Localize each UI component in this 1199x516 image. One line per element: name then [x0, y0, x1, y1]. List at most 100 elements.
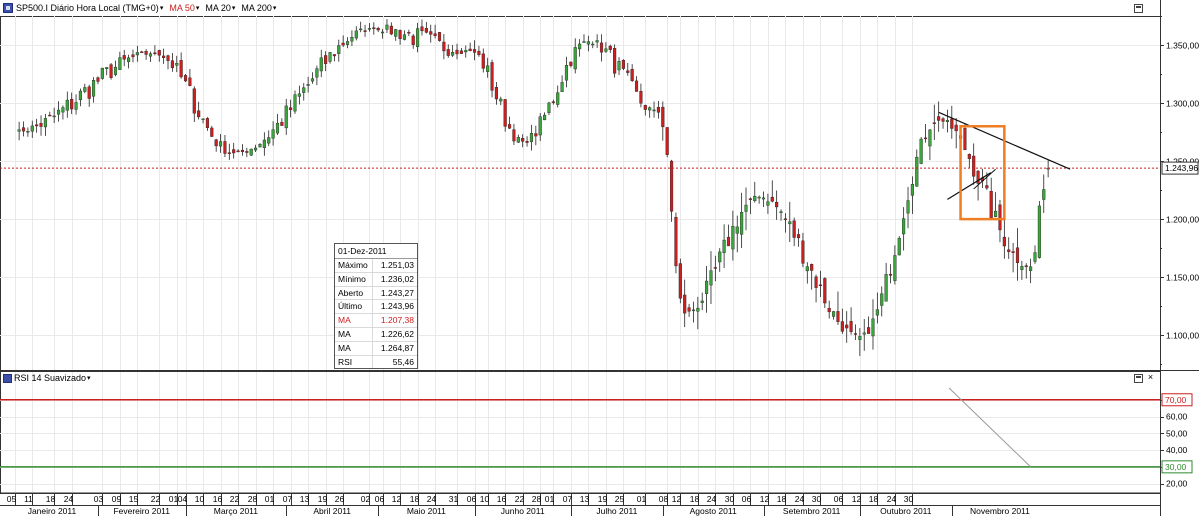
- info-key: Mínimo: [338, 273, 366, 284]
- x-tick-label: 24: [427, 494, 437, 504]
- candle-down: [446, 49, 450, 56]
- x-tick-label: 13: [300, 494, 310, 504]
- candle-up: [319, 57, 323, 72]
- chevron-down-icon: ▾: [272, 5, 277, 12]
- indicator-selector[interactable]: RSI 14 Suavizado ▾: [14, 373, 91, 383]
- y-tick-label: 70,00: [1165, 395, 1187, 405]
- candle-down: [923, 137, 928, 140]
- info-value: 1.236,02: [372, 272, 417, 286]
- x-tick-label: 12: [760, 494, 770, 504]
- candle-up: [1042, 189, 1046, 200]
- x-tick-label: 24: [64, 494, 74, 504]
- x-tick-label: 24: [707, 494, 717, 504]
- candle-up: [306, 84, 310, 86]
- info-value: 1.264,87: [372, 341, 417, 355]
- ma50-selector[interactable]: MA 50 ▾: [169, 3, 199, 13]
- candle-up: [652, 109, 656, 112]
- candle-up: [722, 239, 726, 253]
- candle-down: [227, 152, 231, 154]
- candle-down: [122, 55, 126, 60]
- candle-down: [613, 48, 617, 74]
- candle-up: [367, 28, 371, 30]
- candle-down: [407, 32, 411, 34]
- month-label: Fevereiro 2011: [113, 506, 170, 516]
- candle-up: [648, 107, 652, 111]
- last-price-label: 1.243,96: [1165, 163, 1198, 173]
- x-tick-label: 12: [392, 494, 402, 504]
- candle-down: [512, 129, 516, 142]
- candle-down: [748, 198, 752, 200]
- candle-up: [700, 300, 704, 303]
- indicator-close-button[interactable]: ×: [1146, 373, 1155, 383]
- candle-up: [78, 90, 82, 101]
- y-tick-label: 50,00: [1166, 428, 1188, 438]
- candle-up: [862, 332, 866, 335]
- info-key: Máximo: [338, 260, 368, 270]
- x-tick-label: 15: [129, 494, 139, 504]
- x-tick-label: 07: [283, 494, 293, 504]
- candle-down: [818, 284, 822, 287]
- candle-down: [332, 54, 336, 57]
- candle-up: [100, 67, 104, 79]
- info-key: Último: [338, 301, 363, 312]
- x-tick-label: 12: [852, 494, 862, 504]
- candle-up: [858, 336, 862, 340]
- candle-down: [954, 124, 958, 132]
- candle-up: [74, 102, 78, 110]
- y-tick-label: 1.100,00: [1166, 331, 1199, 341]
- candle-down: [823, 278, 827, 304]
- candle-up: [906, 200, 910, 214]
- candle-down: [888, 273, 893, 276]
- candle-down: [521, 138, 525, 142]
- candle-down: [569, 61, 573, 66]
- candle-up: [52, 115, 56, 118]
- candle-down: [232, 149, 236, 154]
- info-row: MA 1.264,87: [335, 341, 417, 356]
- month-label: Outubro 2011: [880, 506, 932, 516]
- candle-down: [608, 45, 612, 50]
- candle-up: [696, 307, 700, 312]
- candle-down: [131, 54, 135, 58]
- candle-up: [486, 65, 490, 72]
- candle-up: [284, 105, 288, 129]
- candle-down: [932, 122, 936, 124]
- candle-up: [127, 57, 131, 62]
- candle-down: [670, 160, 674, 212]
- maximize-button[interactable]: [1134, 4, 1143, 13]
- candle-down: [372, 27, 376, 29]
- candle-up: [578, 43, 582, 50]
- x-tick-label: 28: [532, 494, 542, 504]
- candle-up: [297, 93, 301, 97]
- candle-down: [937, 116, 941, 121]
- indicator-maximize-button[interactable]: [1134, 374, 1143, 383]
- candle-up: [902, 218, 906, 235]
- candle-up: [919, 138, 923, 164]
- info-key: Aberto: [338, 287, 364, 298]
- chevron-down-icon: ▾: [195, 5, 200, 12]
- candle-up: [219, 141, 223, 147]
- x-tick-label: 10: [480, 494, 490, 504]
- ma20-selector[interactable]: MA 20 ▾: [205, 3, 235, 13]
- candle-down: [376, 28, 380, 31]
- candle-up: [17, 129, 21, 132]
- candle-down: [144, 51, 148, 55]
- x-tick-label: 01: [637, 494, 647, 504]
- candle-down: [87, 86, 91, 99]
- info-row: Mínimo 1.236,02: [335, 272, 417, 287]
- symbol-selector[interactable]: SP500.I Diário Hora Local (TMG+0) ▾: [16, 3, 163, 13]
- y-tick-label: 20,00: [1166, 479, 1188, 489]
- candle-up: [928, 129, 932, 147]
- candle-up: [113, 66, 118, 75]
- candle-down: [775, 201, 779, 208]
- ma200-selector[interactable]: MA 200 ▾: [241, 3, 276, 13]
- x-tick-label: 19: [318, 494, 328, 504]
- candle-up: [884, 274, 888, 302]
- candle-up: [105, 67, 109, 69]
- candle-down: [1024, 265, 1028, 267]
- candle-down: [170, 60, 174, 69]
- x-tick-label: 18: [869, 494, 879, 504]
- candle-up: [875, 309, 879, 316]
- candle-up: [718, 251, 722, 263]
- info-row: RSI 55,46: [335, 355, 417, 369]
- candle-up: [529, 133, 534, 142]
